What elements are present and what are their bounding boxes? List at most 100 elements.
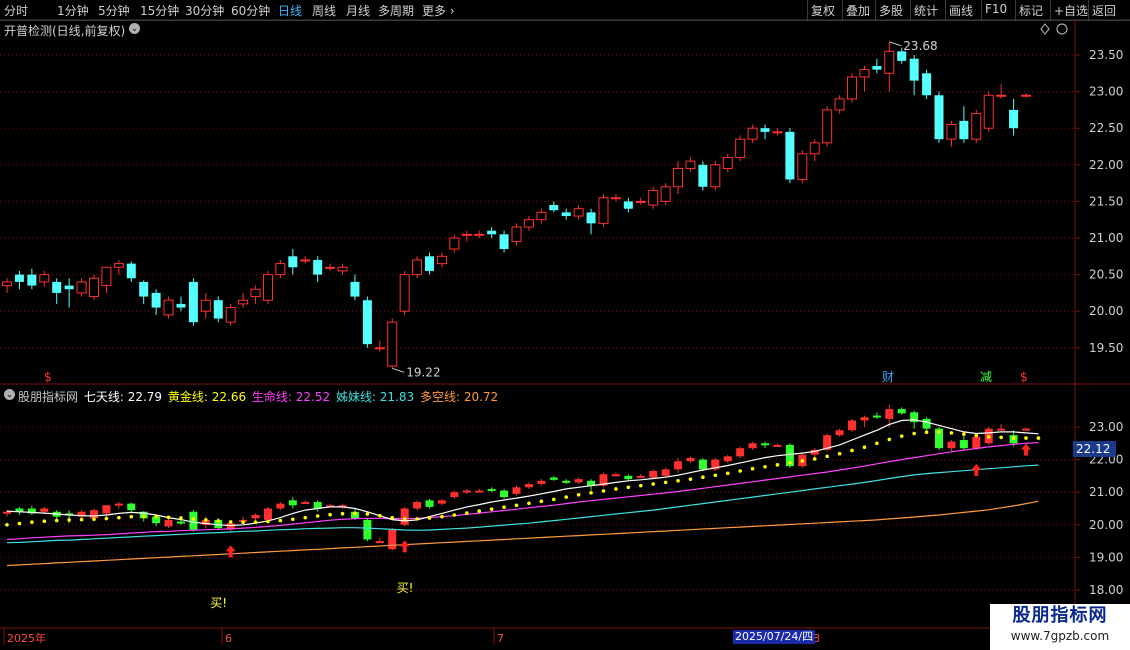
life-line <box>6 442 1039 541</box>
ind-candle-down <box>624 475 633 480</box>
main-candle-up <box>648 189 659 206</box>
main-candle-up <box>523 219 534 228</box>
main-candle-down <box>14 274 24 282</box>
gold-line-dot <box>154 514 158 519</box>
gold-line-dot <box>825 454 829 459</box>
ind-candle-up <box>860 417 869 421</box>
buy-label: 买! <box>210 596 227 610</box>
buy-arrow-icon <box>225 545 236 558</box>
gold-line-dot <box>191 517 196 521</box>
gold-line-dot <box>166 515 171 520</box>
main-candle-up <box>275 263 286 276</box>
main-candle-down <box>934 95 944 140</box>
main-candle-up <box>474 233 485 236</box>
main-marker: 减 <box>980 370 992 384</box>
gold-line-dot <box>79 517 84 522</box>
gold-line-dot <box>949 431 954 435</box>
gold-line-dot <box>5 523 9 527</box>
ind-candle-up <box>251 515 260 519</box>
main-candle-up <box>436 255 447 265</box>
main-candle-down <box>27 274 37 286</box>
gold-line-dot <box>527 501 531 506</box>
gold-line-dot <box>328 512 332 517</box>
main-candle-up <box>673 167 684 188</box>
ind-candle-up <box>748 443 757 449</box>
gold-line-dot <box>663 480 668 485</box>
low-pointer <box>392 367 405 373</box>
gold-line-dot <box>614 487 618 491</box>
main-candle-up <box>797 153 808 180</box>
gold-line-dot <box>216 519 221 523</box>
indicator-name: 股朋指标网 <box>18 390 79 404</box>
main-marker: 财 <box>882 370 894 384</box>
main-candle-down <box>313 259 323 275</box>
main-candle-up <box>300 259 311 262</box>
watermark: 股朋指标网 www.7gpzb.com <box>990 604 1130 650</box>
gold-line-dot <box>129 514 134 519</box>
ind-candle-up <box>388 529 397 550</box>
gold-line-dot <box>67 518 71 522</box>
gold-line-dot <box>539 499 544 504</box>
ind-candle-down <box>487 488 496 491</box>
ind-candle-down <box>313 501 322 509</box>
main-y-label: 23.00 <box>1089 85 1123 99</box>
main-candle-up <box>250 288 261 298</box>
gold-line-dot <box>54 518 59 523</box>
ind-y-label: 18.00 <box>1089 583 1123 597</box>
main-candle-up <box>536 211 547 221</box>
gold-line-dot <box>402 517 407 521</box>
main-candle-up <box>449 237 460 250</box>
main-y-label: 20.50 <box>1089 268 1123 282</box>
gold-line-dot <box>688 477 693 481</box>
main-candle-up <box>1021 94 1031 97</box>
main-candle-up <box>660 186 671 202</box>
settings-circle-icon <box>1056 23 1068 35</box>
gold-line-dot <box>253 520 258 524</box>
main-candle-down <box>52 281 62 293</box>
main-y-label: 19.50 <box>1089 341 1123 355</box>
main-candle-up <box>337 266 348 272</box>
main-y-label: 21.50 <box>1089 194 1123 208</box>
gold-line-dot <box>850 448 854 453</box>
time-label: 2025年 <box>7 631 46 645</box>
gold-line-dot <box>576 493 581 497</box>
main-candle-up <box>710 164 721 188</box>
bull-bear-line <box>6 500 1039 567</box>
ind-candle-up <box>263 508 272 520</box>
indicator-value-1: 黄金线: 22.66 <box>164 390 247 404</box>
gold-line-dot <box>1011 436 1016 440</box>
main-candle-up <box>262 274 273 301</box>
gold-line-dot <box>924 430 929 435</box>
ind-candle-up <box>723 456 732 462</box>
main-candle-up <box>101 266 112 287</box>
ind-candle-down <box>425 500 434 507</box>
main-candle-up <box>374 347 385 350</box>
gold-line-dot <box>303 515 308 520</box>
kline-chart[interactable]: 23.50 23.00 22.50 22.00 21.50 21.00 20.50 20.00… <box>0 0 1130 650</box>
gold-line-dot <box>266 519 270 524</box>
high-pointer <box>889 41 902 47</box>
ind-candle-down <box>562 480 571 483</box>
qitian-line <box>6 419 1039 527</box>
gold-line-dot <box>315 514 320 518</box>
gold-line-dot <box>937 430 941 434</box>
main-candle-up <box>461 233 472 236</box>
diamond-icon <box>1040 23 1050 35</box>
indicator-dropdown-icon[interactable]: ⌄ <box>4 389 15 400</box>
main-marker: $ <box>44 370 52 384</box>
gold-line-dot <box>489 507 494 511</box>
main-candle-up <box>598 197 609 224</box>
indicator-value-4: 多空线: 20.72 <box>416 390 499 404</box>
ind-candle-up <box>40 508 49 512</box>
ind-candle-down <box>127 503 136 511</box>
gold-line-dot <box>104 516 109 521</box>
ind-candle-up <box>524 484 533 488</box>
main-candle-up <box>200 299 211 312</box>
gold-line-dot <box>676 478 680 483</box>
buy-arrow-icon <box>399 540 410 553</box>
main-candle-down <box>64 285 74 290</box>
gold-line-dot <box>564 495 569 499</box>
ind-candle-up <box>512 487 521 494</box>
main-y-label: 22.00 <box>1089 158 1123 172</box>
main-candle-down <box>623 201 633 209</box>
